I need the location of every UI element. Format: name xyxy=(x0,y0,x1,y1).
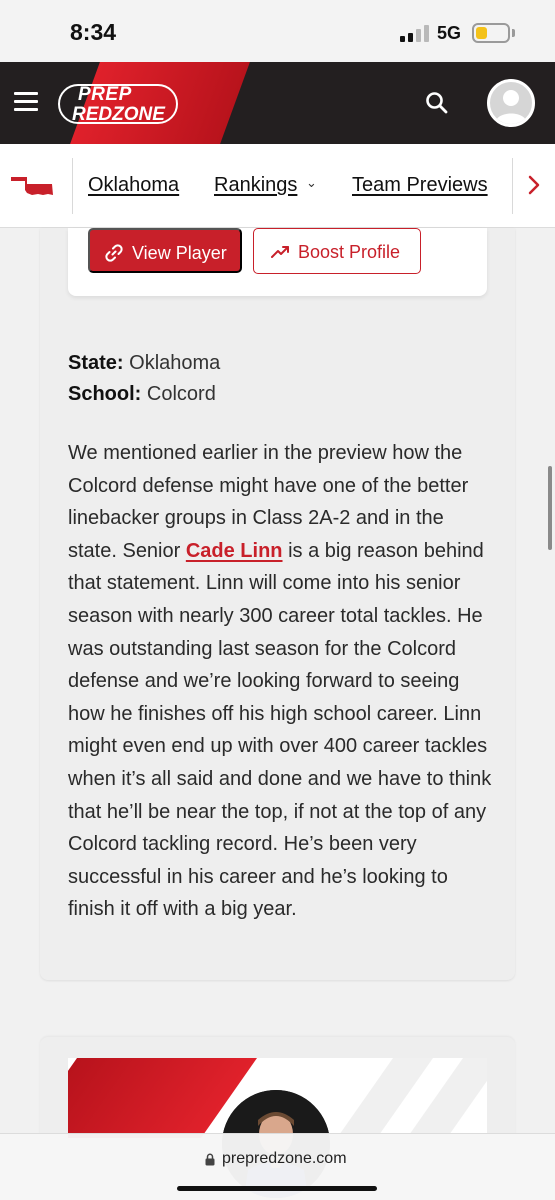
site-header: PREP REDZONE xyxy=(0,62,555,144)
school-value: Colcord xyxy=(146,383,216,405)
browser-address-bar[interactable]: prepredzone.com xyxy=(0,1133,555,1200)
player-state: State: Oklahoma xyxy=(68,352,220,375)
player-school: School: Colcord xyxy=(68,383,216,406)
user-avatar-icon[interactable] xyxy=(487,79,535,127)
status-bar: 8:34 5G xyxy=(0,0,555,62)
link-icon xyxy=(104,243,124,263)
sub-nav-divider-right xyxy=(512,158,513,214)
chevron-down-icon[interactable]: ⌄ xyxy=(306,175,317,191)
state-value: Oklahoma xyxy=(129,352,221,374)
state-label: State: xyxy=(68,352,124,374)
trending-up-icon xyxy=(270,242,290,262)
nav-link-rankings[interactable]: Rankings xyxy=(214,174,297,197)
prep-redzone-logo[interactable]: PREP REDZONE xyxy=(58,80,182,128)
oklahoma-state-icon[interactable] xyxy=(10,175,54,197)
logo-text-bottom: REDZONE xyxy=(72,104,165,125)
sub-nav-divider xyxy=(72,158,73,214)
state-sub-nav: Oklahoma Rankings ⌄ Team Previews xyxy=(0,144,555,228)
battery-cap xyxy=(512,29,515,37)
network-type: 5G xyxy=(437,23,462,43)
nav-link-team-previews[interactable]: Team Previews xyxy=(352,174,488,197)
nav-link-oklahoma[interactable]: Oklahoma xyxy=(88,174,179,197)
url-text[interactable]: prepredzone.com xyxy=(222,1150,347,1168)
article-text-after: is a big reason behind that statement. L… xyxy=(68,539,492,921)
article-paragraph: We mentioned earlier in the preview how … xyxy=(68,437,498,926)
battery-level xyxy=(476,27,487,39)
chevron-right-icon[interactable] xyxy=(526,173,542,197)
player-link-cade-linn[interactable]: Cade Linn xyxy=(186,540,283,562)
hamburger-menu-icon[interactable] xyxy=(14,92,38,112)
lock-icon xyxy=(205,1153,215,1166)
cellular-signal-icon xyxy=(400,24,430,42)
search-icon[interactable] xyxy=(424,90,450,116)
logo-text-top: PREP xyxy=(78,84,132,105)
boost-profile-label: Boost Profile xyxy=(298,242,401,262)
home-indicator xyxy=(177,1186,377,1191)
view-player-label: View Player xyxy=(132,243,227,263)
boost-profile-button[interactable]: Boost Profile xyxy=(253,228,421,274)
battery-icon xyxy=(472,23,510,43)
scrollbar[interactable] xyxy=(548,466,552,550)
status-time: 8:34 xyxy=(70,19,117,45)
view-player-button[interactable]: View Player xyxy=(88,228,242,273)
school-label: School: xyxy=(68,383,142,405)
